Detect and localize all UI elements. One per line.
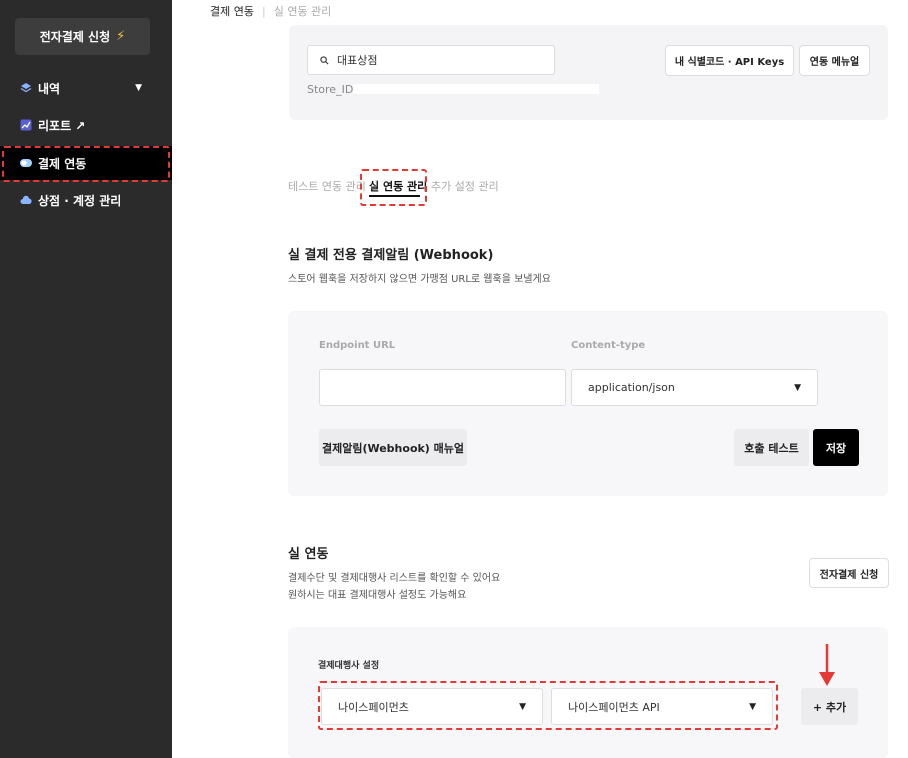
sidebar-item-label: 리포트 ↗: [38, 118, 86, 133]
add-pg-button[interactable]: + 추가: [801, 688, 858, 725]
webhook-card: Endpoint URL Content-type application/js…: [288, 311, 888, 496]
chevron-down-icon: ▼: [135, 83, 142, 93]
lightning-icon: ⚡: [116, 29, 126, 44]
search-icon: [320, 55, 329, 64]
store-id-value: [353, 84, 599, 94]
content-type-label: Content-type: [571, 340, 646, 351]
sidebar-item-store-account[interactable]: 상점 · 계정 관리: [0, 183, 172, 217]
store-search-input[interactable]: 대표상점: [307, 45, 555, 75]
sidebar-item-history[interactable]: 내역 ▼: [0, 71, 172, 105]
webhook-section-title: 실 결제 전용 결제알림 (Webhook): [288, 248, 494, 263]
integration-section-title: 실 연동: [288, 547, 329, 562]
sidebar-item-payment-integration[interactable]: 결제 연동: [0, 146, 172, 180]
pg-api-select-value: 나이스페이먼츠 API: [568, 700, 660, 714]
breadcrumb-current[interactable]: 결제 연동: [210, 3, 254, 19]
cloud-icon: [20, 194, 32, 206]
integration-desc-line1: 결제수단 및 결제대행사 리스트를 확인할 수 있어요: [288, 573, 501, 584]
apply-payment-button[interactable]: 전자결제 신청 ⚡: [15, 18, 150, 55]
dropdown-arrow-icon: ▼: [749, 701, 756, 712]
breadcrumb: 결제 연동 | 실 연동 관리: [210, 3, 331, 19]
sidebar-item-label: 결제 연동: [38, 156, 87, 171]
active-tab-indicator: [369, 195, 420, 197]
store-search-value: 대표상점: [337, 54, 378, 67]
pg-settings-card: 결제대행사 설정 나이스페이먼츠 ▼ 나이스페이먼츠 API ▼ + 추가: [288, 627, 888, 758]
arrow-down-icon: [819, 644, 835, 686]
save-button[interactable]: 저장: [813, 429, 859, 466]
tab-test-integration[interactable]: 테스트 연동 관리: [288, 178, 366, 194]
store-panel: 대표상점 Store_ID 내 식별코드 · API Keys 연동 메뉴얼: [289, 25, 888, 120]
call-test-button[interactable]: 호출 테스트: [734, 429, 809, 466]
apply-payment-button-secondary[interactable]: 전자결제 신청: [809, 558, 889, 588]
apply-payment-label: 전자결제 신청: [39, 30, 111, 44]
pg-api-select[interactable]: 나이스페이먼츠 API ▼: [551, 688, 773, 725]
endpoint-url-label: Endpoint URL: [319, 340, 396, 351]
tab-additional-settings[interactable]: 추가 설정 관리: [431, 178, 499, 194]
webhook-section-desc: 스토어 웹훅을 저장하지 않으면 가맹점 URL로 웹훅을 보낼게요: [288, 274, 551, 285]
webhook-manual-button[interactable]: 결제알림(Webhook) 매뉴얼: [319, 429, 467, 466]
breadcrumb-separator: |: [261, 4, 266, 18]
store-id-label: Store_ID: [307, 83, 354, 96]
layers-icon: [20, 82, 32, 94]
pg-setting-label: 결제대행사 설정: [318, 661, 380, 671]
chart-icon: [20, 119, 32, 131]
breadcrumb-sub[interactable]: 실 연동 관리: [274, 3, 332, 19]
sidebar-item-label: 내역: [38, 81, 61, 96]
id-keys-button[interactable]: 내 식별코드 · API Keys: [665, 45, 794, 76]
tab-live-integration[interactable]: 실 연동 관리: [369, 178, 427, 194]
sidebar-item-report[interactable]: 리포트 ↗: [0, 108, 172, 142]
content-type-select[interactable]: application/json ▼: [571, 369, 818, 406]
pg-select-value: 나이스페이먼츠: [338, 700, 409, 714]
pg-select[interactable]: 나이스페이먼츠 ▼: [321, 688, 543, 725]
dropdown-arrow-icon: ▼: [519, 701, 526, 712]
content-type-value: application/json: [588, 381, 675, 394]
sidebar-item-label: 상점 · 계정 관리: [38, 193, 122, 208]
dropdown-arrow-icon: ▼: [794, 382, 801, 393]
toggle-icon: [20, 157, 32, 169]
endpoint-url-input[interactable]: [319, 369, 566, 406]
integration-desc-line2: 원하시는 대표 결제대행사 설정도 가능해요: [288, 590, 467, 601]
sidebar: 전자결제 신청 ⚡ 내역 ▼ 리포트 ↗ 결제 연동 상점 · 계정 관리: [0, 0, 172, 758]
integration-manual-button[interactable]: 연동 메뉴얼: [799, 45, 870, 76]
